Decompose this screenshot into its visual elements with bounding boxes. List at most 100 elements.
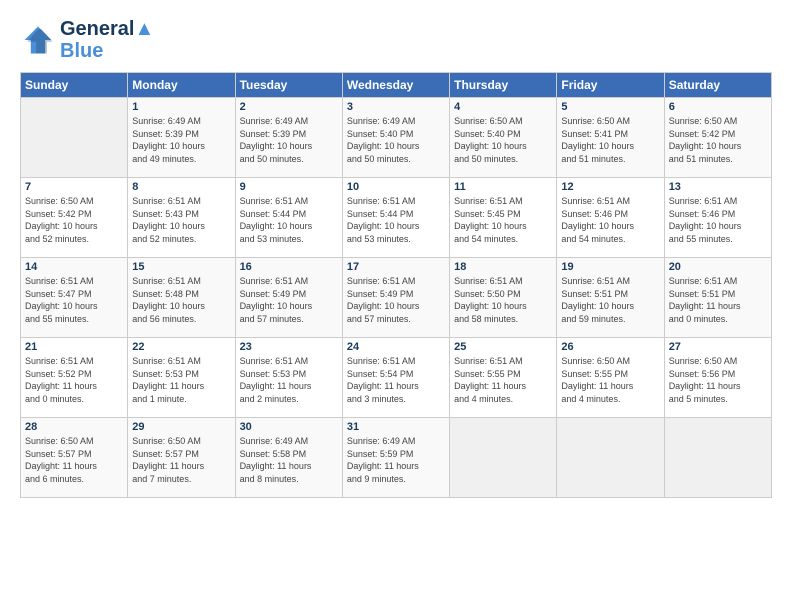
day-number: 28 (25, 421, 123, 433)
day-number: 25 (454, 341, 552, 353)
day-info: Sunrise: 6:51 AM Sunset: 5:43 PM Dayligh… (132, 195, 230, 245)
day-info: Sunrise: 6:50 AM Sunset: 5:57 PM Dayligh… (25, 435, 123, 485)
day-number: 1 (132, 101, 230, 113)
day-info: Sunrise: 6:49 AM Sunset: 5:58 PM Dayligh… (240, 435, 338, 485)
day-info: Sunrise: 6:51 AM Sunset: 5:46 PM Dayligh… (561, 195, 659, 245)
calendar-cell: 11 Sunrise: 6:51 AM Sunset: 5:45 PM Dayli… (450, 178, 557, 258)
day-number: 22 (132, 341, 230, 353)
day-info: Sunrise: 6:50 AM Sunset: 5:56 PM Dayligh… (669, 355, 767, 405)
day-info: Sunrise: 6:50 AM Sunset: 5:55 PM Dayligh… (561, 355, 659, 405)
calendar-cell (557, 418, 664, 498)
calendar-cell: 23Sunrise: 6:51 AM Sunset: 5:53 PM Dayli… (235, 338, 342, 418)
day-info: Sunrise: 6:51 AM Sunset: 5:46 PM Dayligh… (669, 195, 767, 245)
day-number: 7 (25, 181, 123, 193)
week-row-3: 14 Sunrise: 6:51 AM Sunset: 5:47 PM Dayli… (21, 258, 772, 338)
day-info: Sunrise: 6:51 AM Sunset: 5:48 PM Dayligh… (132, 275, 230, 325)
week-row-4: 21 Sunrise: 6:51 AM Sunset: 5:52 PM Dayli… (21, 338, 772, 418)
week-row-1: 1 Sunrise: 6:49 AM Sunset: 5:39 PM Daylig… (21, 98, 772, 178)
calendar-cell: 7 Sunrise: 6:50 AM Sunset: 5:42 PM Daylig… (21, 178, 128, 258)
calendar-cell (21, 98, 128, 178)
day-number: 18 (454, 261, 552, 273)
day-info: Sunrise: 6:51 AM Sunset: 5:50 PM Dayligh… (454, 275, 552, 325)
week-row-5: 28 Sunrise: 6:50 AM Sunset: 5:57 PM Dayli… (21, 418, 772, 498)
day-info: Sunrise: 6:51 AM Sunset: 5:49 PM Dayligh… (240, 275, 338, 325)
day-info: Sunrise: 6:51 AM Sunset: 5:52 PM Dayligh… (25, 355, 123, 405)
calendar-page: General▲ Blue SundayMondayTuesdayWednesd… (0, 0, 792, 510)
day-number: 31 (347, 421, 445, 433)
header-row: SundayMondayTuesdayWednesdayThursdayFrid… (21, 73, 772, 98)
day-info: Sunrise: 6:50 AM Sunset: 5:42 PM Dayligh… (669, 115, 767, 165)
calendar-cell: 14 Sunrise: 6:51 AM Sunset: 5:47 PM Dayli… (21, 258, 128, 338)
col-header-sunday: Sunday (21, 73, 128, 98)
day-number: 12 (561, 181, 659, 193)
col-header-friday: Friday (557, 73, 664, 98)
calendar-cell: 27 Sunrise: 6:50 AM Sunset: 5:56 PM Dayli… (664, 338, 771, 418)
day-info: Sunrise: 6:51 AM Sunset: 5:51 PM Dayligh… (561, 275, 659, 325)
logo: General▲ Blue (20, 18, 154, 62)
col-header-tuesday: Tuesday (235, 73, 342, 98)
calendar-cell: 4 Sunrise: 6:50 AM Sunset: 5:40 PM Daylig… (450, 98, 557, 178)
day-info: Sunrise: 6:49 AM Sunset: 5:39 PM Dayligh… (240, 115, 338, 165)
week-row-2: 7 Sunrise: 6:50 AM Sunset: 5:42 PM Daylig… (21, 178, 772, 258)
calendar-cell: 10Sunrise: 6:51 AM Sunset: 5:44 PM Dayli… (342, 178, 449, 258)
day-number: 27 (669, 341, 767, 353)
col-header-saturday: Saturday (664, 73, 771, 98)
calendar-cell: 15Sunrise: 6:51 AM Sunset: 5:48 PM Dayli… (128, 258, 235, 338)
calendar-cell: 8 Sunrise: 6:51 AM Sunset: 5:43 PM Daylig… (128, 178, 235, 258)
day-number: 3 (347, 101, 445, 113)
day-number: 21 (25, 341, 123, 353)
calendar-cell: 28 Sunrise: 6:50 AM Sunset: 5:57 PM Dayli… (21, 418, 128, 498)
calendar-cell: 31 Sunrise: 6:49 AM Sunset: 5:59 PM Dayli… (342, 418, 449, 498)
day-number: 17 (347, 261, 445, 273)
calendar-cell (664, 418, 771, 498)
calendar-cell: 26 Sunrise: 6:50 AM Sunset: 5:55 PM Dayli… (557, 338, 664, 418)
col-header-monday: Monday (128, 73, 235, 98)
day-info: Sunrise: 6:51 AM Sunset: 5:44 PM Dayligh… (240, 195, 338, 245)
day-number: 16 (240, 261, 338, 273)
day-number: 20 (669, 261, 767, 273)
day-number: 8 (132, 181, 230, 193)
day-number: 24 (347, 341, 445, 353)
calendar-cell: 12 Sunrise: 6:51 AM Sunset: 5:46 PM Dayli… (557, 178, 664, 258)
calendar-cell: 16 Sunrise: 6:51 AM Sunset: 5:49 PM Dayli… (235, 258, 342, 338)
day-number: 11 (454, 181, 552, 193)
calendar-cell: 5Sunrise: 6:50 AM Sunset: 5:41 PM Daylig… (557, 98, 664, 178)
day-number: 13 (669, 181, 767, 193)
day-info: Sunrise: 6:51 AM Sunset: 5:47 PM Dayligh… (25, 275, 123, 325)
day-info: Sunrise: 6:49 AM Sunset: 5:40 PM Dayligh… (347, 115, 445, 165)
day-info: Sunrise: 6:51 AM Sunset: 5:45 PM Dayligh… (454, 195, 552, 245)
day-info: Sunrise: 6:50 AM Sunset: 5:42 PM Dayligh… (25, 195, 123, 245)
calendar-cell: 17 Sunrise: 6:51 AM Sunset: 5:49 PM Dayli… (342, 258, 449, 338)
day-number: 2 (240, 101, 338, 113)
calendar-cell: 9Sunrise: 6:51 AM Sunset: 5:44 PM Daylig… (235, 178, 342, 258)
day-number: 26 (561, 341, 659, 353)
calendar-cell: 25 Sunrise: 6:51 AM Sunset: 5:55 PM Dayli… (450, 338, 557, 418)
col-header-wednesday: Wednesday (342, 73, 449, 98)
day-info: Sunrise: 6:50 AM Sunset: 5:41 PM Dayligh… (561, 115, 659, 165)
calendar-cell: 1 Sunrise: 6:49 AM Sunset: 5:39 PM Daylig… (128, 98, 235, 178)
calendar-cell: 30 Sunrise: 6:49 AM Sunset: 5:58 PM Dayli… (235, 418, 342, 498)
calendar-cell: 2 Sunrise: 6:49 AM Sunset: 5:39 PM Daylig… (235, 98, 342, 178)
calendar-cell: 20Sunrise: 6:51 AM Sunset: 5:51 PM Dayli… (664, 258, 771, 338)
day-info: Sunrise: 6:51 AM Sunset: 5:49 PM Dayligh… (347, 275, 445, 325)
calendar-cell: 18 Sunrise: 6:51 AM Sunset: 5:50 PM Dayli… (450, 258, 557, 338)
day-number: 14 (25, 261, 123, 273)
day-number: 19 (561, 261, 659, 273)
logo-text: General▲ Blue (60, 18, 154, 62)
calendar-cell: 29Sunrise: 6:50 AM Sunset: 5:57 PM Dayli… (128, 418, 235, 498)
calendar-table: SundayMondayTuesdayWednesdayThursdayFrid… (20, 72, 772, 498)
day-info: Sunrise: 6:50 AM Sunset: 5:57 PM Dayligh… (132, 435, 230, 485)
day-info: Sunrise: 6:49 AM Sunset: 5:59 PM Dayligh… (347, 435, 445, 485)
day-number: 30 (240, 421, 338, 433)
calendar-cell: 24Sunrise: 6:51 AM Sunset: 5:54 PM Dayli… (342, 338, 449, 418)
calendar-cell: 21 Sunrise: 6:51 AM Sunset: 5:52 PM Dayli… (21, 338, 128, 418)
day-info: Sunrise: 6:50 AM Sunset: 5:40 PM Dayligh… (454, 115, 552, 165)
day-info: Sunrise: 6:51 AM Sunset: 5:53 PM Dayligh… (240, 355, 338, 405)
calendar-cell: 6Sunrise: 6:50 AM Sunset: 5:42 PM Daylig… (664, 98, 771, 178)
calendar-cell: 3 Sunrise: 6:49 AM Sunset: 5:40 PM Daylig… (342, 98, 449, 178)
day-number: 4 (454, 101, 552, 113)
calendar-cell: 22Sunrise: 6:51 AM Sunset: 5:53 PM Dayli… (128, 338, 235, 418)
day-info: Sunrise: 6:49 AM Sunset: 5:39 PM Dayligh… (132, 115, 230, 165)
day-info: Sunrise: 6:51 AM Sunset: 5:55 PM Dayligh… (454, 355, 552, 405)
logo-icon (20, 22, 56, 58)
